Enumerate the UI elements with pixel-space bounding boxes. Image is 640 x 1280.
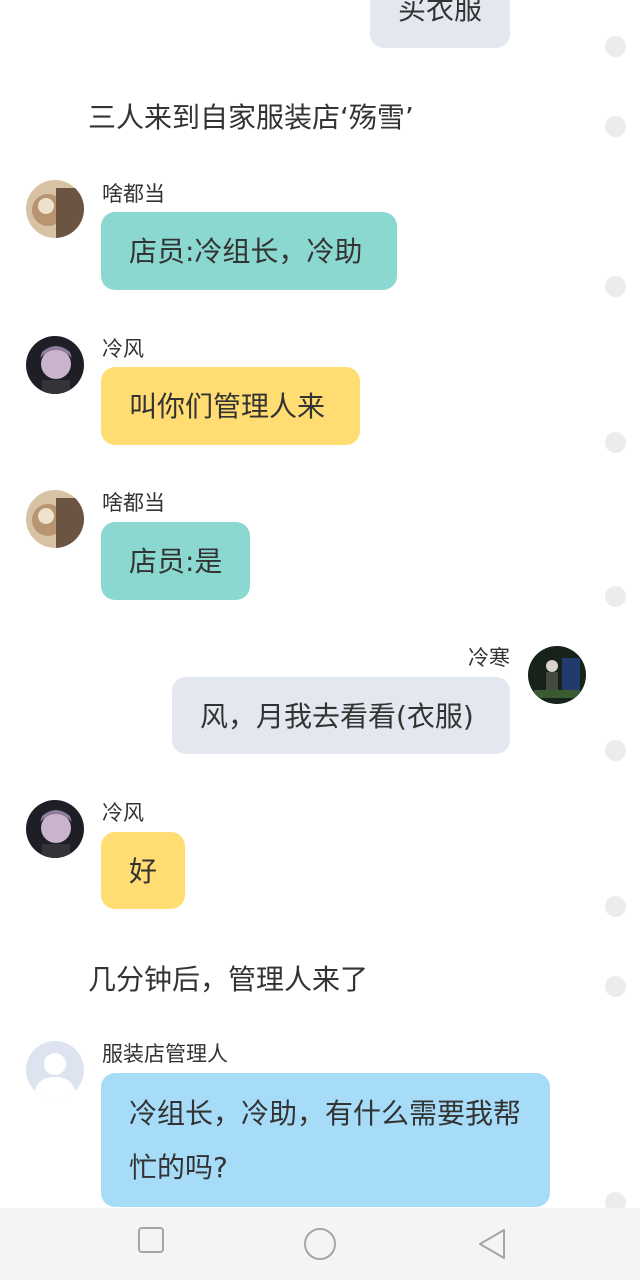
avatar-lengfeng[interactable]	[26, 336, 84, 394]
square-recent-icon[interactable]	[137, 1226, 165, 1258]
select-dot[interactable]	[605, 586, 626, 607]
message-text: 店员:冷组长，冷助	[129, 235, 363, 268]
circle-home-icon[interactable]	[303, 1227, 337, 1265]
chat-screen: 买衣服 三人来到自家服装店‘殇雪’ 啥都当 店员:冷组长，冷助 冷风 叫你们管理…	[0, 0, 640, 1280]
sender-name: 啥都当	[102, 491, 165, 515]
narration-text: 三人来到自家服装店‘殇雪’	[88, 101, 414, 134]
system-navigation-bar	[0, 1208, 640, 1280]
select-dot[interactable]	[605, 740, 626, 761]
select-dot[interactable]	[605, 432, 626, 453]
avatar-lengfeng[interactable]	[26, 800, 84, 858]
sender-name: 服装店管理人	[102, 1042, 228, 1066]
message-text: 买衣服	[397, 0, 482, 26]
narration-text: 几分钟后，管理人来了	[88, 963, 369, 996]
sender-name: 冷寒	[468, 646, 510, 670]
message-text: 冷组长，冷助，有什么需要我帮忙的吗?	[129, 1097, 522, 1184]
triangle-back-icon[interactable]	[476, 1227, 508, 1265]
select-dot[interactable]	[605, 896, 626, 917]
select-dot[interactable]	[605, 116, 626, 137]
message-bubble[interactable]: 冷组长，冷助，有什么需要我帮忙的吗?	[101, 1073, 550, 1207]
avatar-shaduodang[interactable]	[26, 180, 84, 238]
message-bubble[interactable]: 叫你们管理人来	[101, 367, 360, 445]
avatar-lenghan[interactable]	[528, 646, 586, 704]
sender-name: 啥都当	[102, 182, 165, 206]
message-text: 叫你们管理人来	[129, 390, 326, 423]
select-dot[interactable]	[605, 976, 626, 997]
message-bubble[interactable]: 好	[101, 832, 185, 909]
message-text: 店员:是	[129, 545, 223, 578]
message-text: 风，月我去看看(衣服)	[200, 700, 474, 733]
avatar-default-user[interactable]	[26, 1041, 84, 1099]
message-bubble[interactable]: 店员:冷组长，冷助	[101, 212, 397, 290]
select-dot[interactable]	[605, 36, 626, 57]
message-bubble[interactable]: 店员:是	[101, 522, 250, 600]
message-bubble-top-partial[interactable]: 买衣服	[370, 0, 510, 48]
select-dot[interactable]	[605, 276, 626, 297]
sender-name: 冷风	[102, 337, 144, 361]
message-text: 好	[129, 855, 158, 888]
sender-name: 冷风	[102, 801, 144, 825]
message-bubble[interactable]: 风，月我去看看(衣服)	[172, 677, 510, 754]
avatar-shaduodang[interactable]	[26, 490, 84, 548]
